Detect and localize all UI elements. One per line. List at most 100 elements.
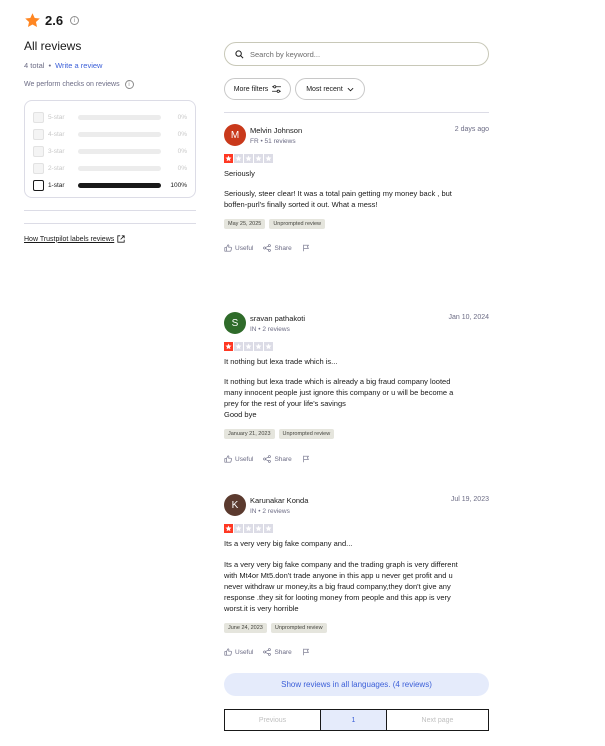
reviewer-meta: FR • 51 reviews <box>250 138 296 145</box>
write-review-link[interactable]: Write a review <box>55 61 102 70</box>
rating-star-icon <box>264 342 273 351</box>
star-filter-row[interactable]: 1-star 100% <box>33 177 187 194</box>
filter-checkbox[interactable] <box>33 180 44 191</box>
sort-dropdown[interactable]: Most recent <box>295 78 365 100</box>
review-rating <box>224 342 273 351</box>
trustpilot-labels-link[interactable]: How Trustpilot labels reviews <box>24 235 125 243</box>
share-button[interactable]: Share <box>263 244 292 252</box>
sliders-icon <box>272 85 282 93</box>
useful-label: Useful <box>235 455 254 463</box>
avatar[interactable]: M <box>224 124 246 146</box>
share-label: Share <box>274 244 292 252</box>
info-icon[interactable]: i <box>124 80 134 89</box>
review-body: Its a very very big fake company and the… <box>224 560 458 613</box>
search-input[interactable] <box>250 49 470 59</box>
filter-percent: 100% <box>170 182 187 189</box>
review-actions: Useful Share <box>224 455 310 463</box>
filter-bar <box>77 115 162 120</box>
show-all-languages-button[interactable]: Show reviews in all languages. (4 review… <box>224 673 489 696</box>
rating-star-icon <box>244 154 253 163</box>
previous-page-button[interactable]: Previous <box>225 710 321 730</box>
separator-dot: • <box>48 61 52 70</box>
rating-star-icon <box>224 154 233 163</box>
flag-icon <box>303 648 309 656</box>
overall-rating: 2.6 i <box>24 12 80 29</box>
useful-label: Useful <box>235 244 254 252</box>
review-tags: June 24, 2023 Unprompted review <box>224 623 327 633</box>
rating-star-icon <box>234 154 243 163</box>
experience-date-tag: January 21, 2023 <box>224 429 275 439</box>
star-filter-box: 5-star 0% 4-star 0% 3-star 0% 2-star 0% 1-star 10… <box>24 100 196 198</box>
filter-bar <box>77 183 162 188</box>
filter-bar <box>77 166 162 171</box>
filter-checkbox[interactable] <box>33 163 44 174</box>
useful-label: Useful <box>235 648 254 656</box>
report-button[interactable] <box>302 648 310 656</box>
filter-label: 2-star <box>47 165 65 172</box>
rating-star-icon <box>254 524 263 533</box>
review-date: Jul 19, 2023 <box>450 496 489 503</box>
experience-date-tag: May 25, 2025 <box>224 219 266 229</box>
total-line: 4 total • Write a review <box>24 61 102 70</box>
divider <box>24 210 196 211</box>
report-button[interactable] <box>302 455 310 463</box>
page-1-button[interactable]: 1 <box>321 710 387 730</box>
star-filter-row[interactable]: 2-star 0% <box>33 160 187 177</box>
rating-star-icon <box>224 524 233 533</box>
divider <box>224 112 489 113</box>
unprompted-tag[interactable]: Unprompted review <box>278 429 335 439</box>
filter-checkbox[interactable] <box>33 112 44 123</box>
report-button[interactable] <box>302 244 310 252</box>
filter-percent: 0% <box>177 114 187 121</box>
star-filter-row[interactable]: 3-star 0% <box>33 143 187 160</box>
reviewer-name[interactable]: Karunakar Konda <box>250 496 308 505</box>
rating-star-icon <box>244 342 253 351</box>
star-filter-row[interactable]: 5-star 0% <box>33 109 187 126</box>
review-title[interactable]: Seriously <box>224 169 255 178</box>
unprompted-tag[interactable]: Unprompted review <box>270 623 327 633</box>
share-icon <box>263 648 272 656</box>
share-button[interactable]: Share <box>263 648 292 656</box>
reviewer-meta: IN • 2 reviews <box>250 508 290 515</box>
share-icon <box>263 244 272 252</box>
share-button[interactable]: Share <box>263 455 292 463</box>
checks-note: We perform checks on reviews i <box>24 80 134 89</box>
search-box[interactable] <box>224 42 489 66</box>
review-actions: Useful Share <box>224 648 310 656</box>
rating-star-icon <box>224 342 233 351</box>
divider <box>24 223 196 224</box>
chevron-down-icon <box>347 87 354 91</box>
rating-star-icon <box>264 524 273 533</box>
pagination: Previous 1 Next page <box>224 709 489 731</box>
useful-button[interactable]: Useful <box>224 648 253 656</box>
star-filter-row[interactable]: 4-star 0% <box>33 126 187 143</box>
unprompted-tag[interactable]: Unprompted review <box>269 219 326 229</box>
review-body: Seriously, steer clear! It was a total p… <box>224 189 452 209</box>
reviewer-name[interactable]: Melvin Johnson <box>250 126 302 135</box>
review-actions: Useful Share <box>224 244 310 252</box>
filter-checkbox[interactable] <box>33 146 44 157</box>
useful-button[interactable]: Useful <box>224 455 253 463</box>
star-icon <box>25 13 40 28</box>
review-card: Ssravan pathakoti IN • 2 reviews Jan 10, 2… <box>224 312 489 467</box>
checks-text: We perform checks on reviews <box>24 81 120 88</box>
review-rating <box>224 154 273 163</box>
more-filters-button[interactable]: More filters <box>224 78 291 100</box>
useful-button[interactable]: Useful <box>224 244 253 252</box>
rating-star-icon <box>264 154 273 163</box>
thumbs-up-icon <box>224 244 232 252</box>
review-title[interactable]: Its a very very big fake company and... <box>224 539 352 548</box>
reviewer-name[interactable]: sravan pathakoti <box>250 314 305 323</box>
filter-checkbox[interactable] <box>33 129 44 140</box>
avatar[interactable]: K <box>224 494 246 516</box>
rating-star-icon <box>234 342 243 351</box>
thumbs-up-icon <box>224 648 232 656</box>
filter-percent: 0% <box>177 131 187 138</box>
filter-percent: 0% <box>177 165 187 172</box>
avatar[interactable]: S <box>224 312 246 334</box>
filter-label: 3-star <box>47 148 65 155</box>
info-icon[interactable]: i <box>70 16 80 25</box>
review-title[interactable]: It nothing but lexa trade which is... <box>224 357 337 366</box>
rating-star-icon <box>234 524 243 533</box>
next-page-button[interactable]: Next page <box>387 710 488 730</box>
